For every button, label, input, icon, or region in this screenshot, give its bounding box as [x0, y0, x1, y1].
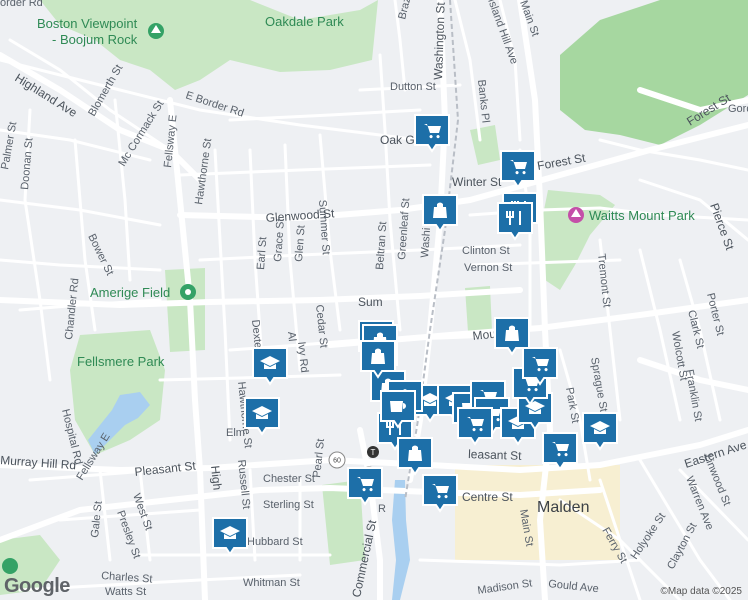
place-label: - Boojum Rock — [52, 32, 138, 47]
poi-marker-shopping[interactable] — [360, 340, 396, 379]
street-label: Watts St — [105, 586, 146, 598]
street-label: R — [378, 503, 386, 515]
street-label: Dutton St — [390, 81, 436, 93]
street-label: Whitman St — [243, 577, 300, 589]
park-icon-amerige — [180, 284, 196, 300]
street-label: order Rd — [0, 0, 43, 9]
map-attribution[interactable]: ©Map data ©2025 — [661, 586, 742, 597]
street-label: Al — [285, 331, 298, 342]
poi-marker-restaurant[interactable] — [497, 202, 533, 241]
poi-marker-school[interactable] — [244, 397, 280, 436]
map-canvas[interactable]: T 60 60 Boston Viewpoint - Boojum Rock O… — [0, 0, 748, 600]
place-label: Oakdale Park — [265, 14, 344, 29]
street-label: Clinton St — [462, 245, 510, 257]
street-label: Vernon St — [464, 262, 512, 274]
street-label: Glen St — [293, 225, 308, 262]
poi-marker-grocery[interactable] — [414, 114, 450, 153]
poi-marker-shopping[interactable] — [422, 194, 458, 233]
google-logo: Google — [4, 575, 70, 597]
route-shield-60: 60 — [328, 451, 346, 469]
poi-marker-grocery[interactable] — [500, 150, 536, 189]
poi-marker-school[interactable] — [582, 412, 618, 451]
tree-icon — [148, 23, 164, 39]
street-label: High — [208, 465, 225, 491]
place-label: Amerige Field — [90, 285, 170, 300]
poi-marker-grocery[interactable] — [457, 407, 493, 446]
street-label: Elm — [226, 427, 245, 439]
place-label: Boston Viewpoint — [37, 16, 138, 31]
svg-text:60: 60 — [333, 458, 341, 465]
tree-icon-waitts — [568, 207, 584, 223]
place-label: Malden — [537, 499, 589, 516]
street-label: Gord — [728, 103, 748, 115]
svg-text:T: T — [371, 448, 376, 457]
place-label: Waitts Mount Park — [589, 208, 695, 223]
street-label: Sterling St — [263, 499, 314, 511]
place-label: Fellsmere Park — [77, 354, 165, 369]
street-label: Winter St — [452, 175, 502, 189]
poi-marker-grocery[interactable] — [542, 432, 578, 471]
street-label: Washi — [419, 227, 433, 258]
street-label: Sum — [358, 295, 383, 309]
poi-marker-grocery[interactable] — [347, 467, 383, 506]
poi-marker-grocery[interactable] — [422, 474, 458, 513]
street-label: Hubbard St — [247, 536, 303, 548]
poi-marker-school[interactable] — [252, 347, 288, 386]
street-label: Chester St — [263, 473, 315, 485]
street-label: leasant St — [468, 447, 522, 463]
street-label: Earl St — [255, 236, 269, 270]
poi-marker-shopping[interactable] — [397, 437, 433, 476]
transit-icon: T — [367, 446, 379, 458]
poi-marker-school[interactable] — [212, 517, 248, 556]
park-icon-fellsmere — [2, 558, 18, 574]
poi-marker-cafe[interactable] — [380, 390, 416, 429]
street-label: Oak G — [380, 133, 415, 147]
street-label: Washington St — [431, 1, 448, 80]
poi-marker-grocery[interactable] — [522, 347, 558, 386]
street-label: Centre St — [462, 490, 513, 504]
